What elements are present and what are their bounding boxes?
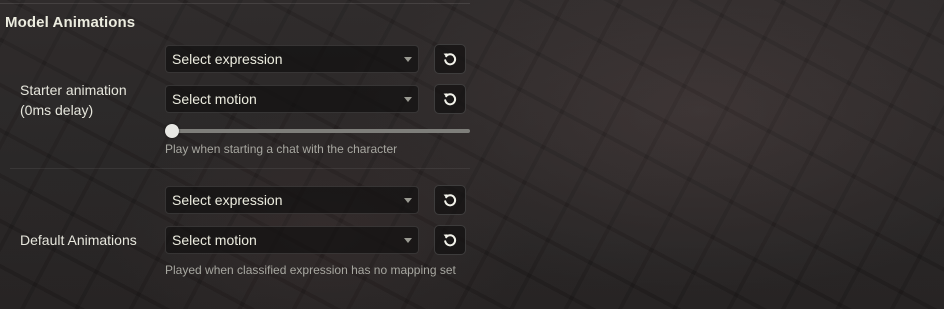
default-motion-reset-button[interactable]	[434, 225, 466, 255]
caret-down-icon	[404, 56, 412, 62]
starter-hint-text: Play when starting a chat with the chara…	[165, 142, 398, 156]
default-expression-select[interactable]: Select expression	[165, 186, 419, 214]
starter-expression-select-value: Select expression	[172, 51, 283, 67]
default-hint-text: Played when classified expression has no…	[165, 263, 456, 277]
caret-down-icon	[404, 237, 412, 243]
rotate-ccw-icon	[443, 53, 457, 66]
starter-expression-reset-button[interactable]	[434, 44, 466, 74]
background-texture	[0, 0, 944, 309]
starter-animation-label: Starter animation (0ms delay)	[20, 80, 127, 120]
rotate-ccw-icon	[443, 234, 457, 247]
rotate-ccw-icon	[443, 194, 457, 207]
starter-expression-select[interactable]: Select expression	[165, 45, 419, 73]
section-title: Model Animations	[5, 14, 136, 31]
starter-motion-select[interactable]: Select motion	[165, 85, 419, 113]
default-animations-label: Default Animations	[20, 232, 137, 248]
default-expression-select-value: Select expression	[172, 192, 283, 208]
default-expression-reset-button[interactable]	[434, 185, 466, 215]
default-motion-select[interactable]: Select motion	[165, 226, 419, 254]
top-divider	[0, 3, 470, 4]
starter-motion-select-value: Select motion	[172, 91, 257, 107]
caret-down-icon	[404, 197, 412, 203]
starter-delay-slider-thumb[interactable]	[165, 124, 179, 138]
rotate-ccw-icon	[443, 93, 457, 106]
starter-animation-label-line2: (0ms delay)	[20, 102, 94, 118]
default-motion-select-value: Select motion	[172, 232, 257, 248]
starter-motion-reset-button[interactable]	[434, 84, 466, 114]
starter-delay-slider-track[interactable]	[166, 129, 470, 133]
caret-down-icon	[404, 96, 412, 102]
starter-animation-label-line1: Starter animation	[20, 82, 127, 98]
section-divider	[10, 168, 470, 169]
